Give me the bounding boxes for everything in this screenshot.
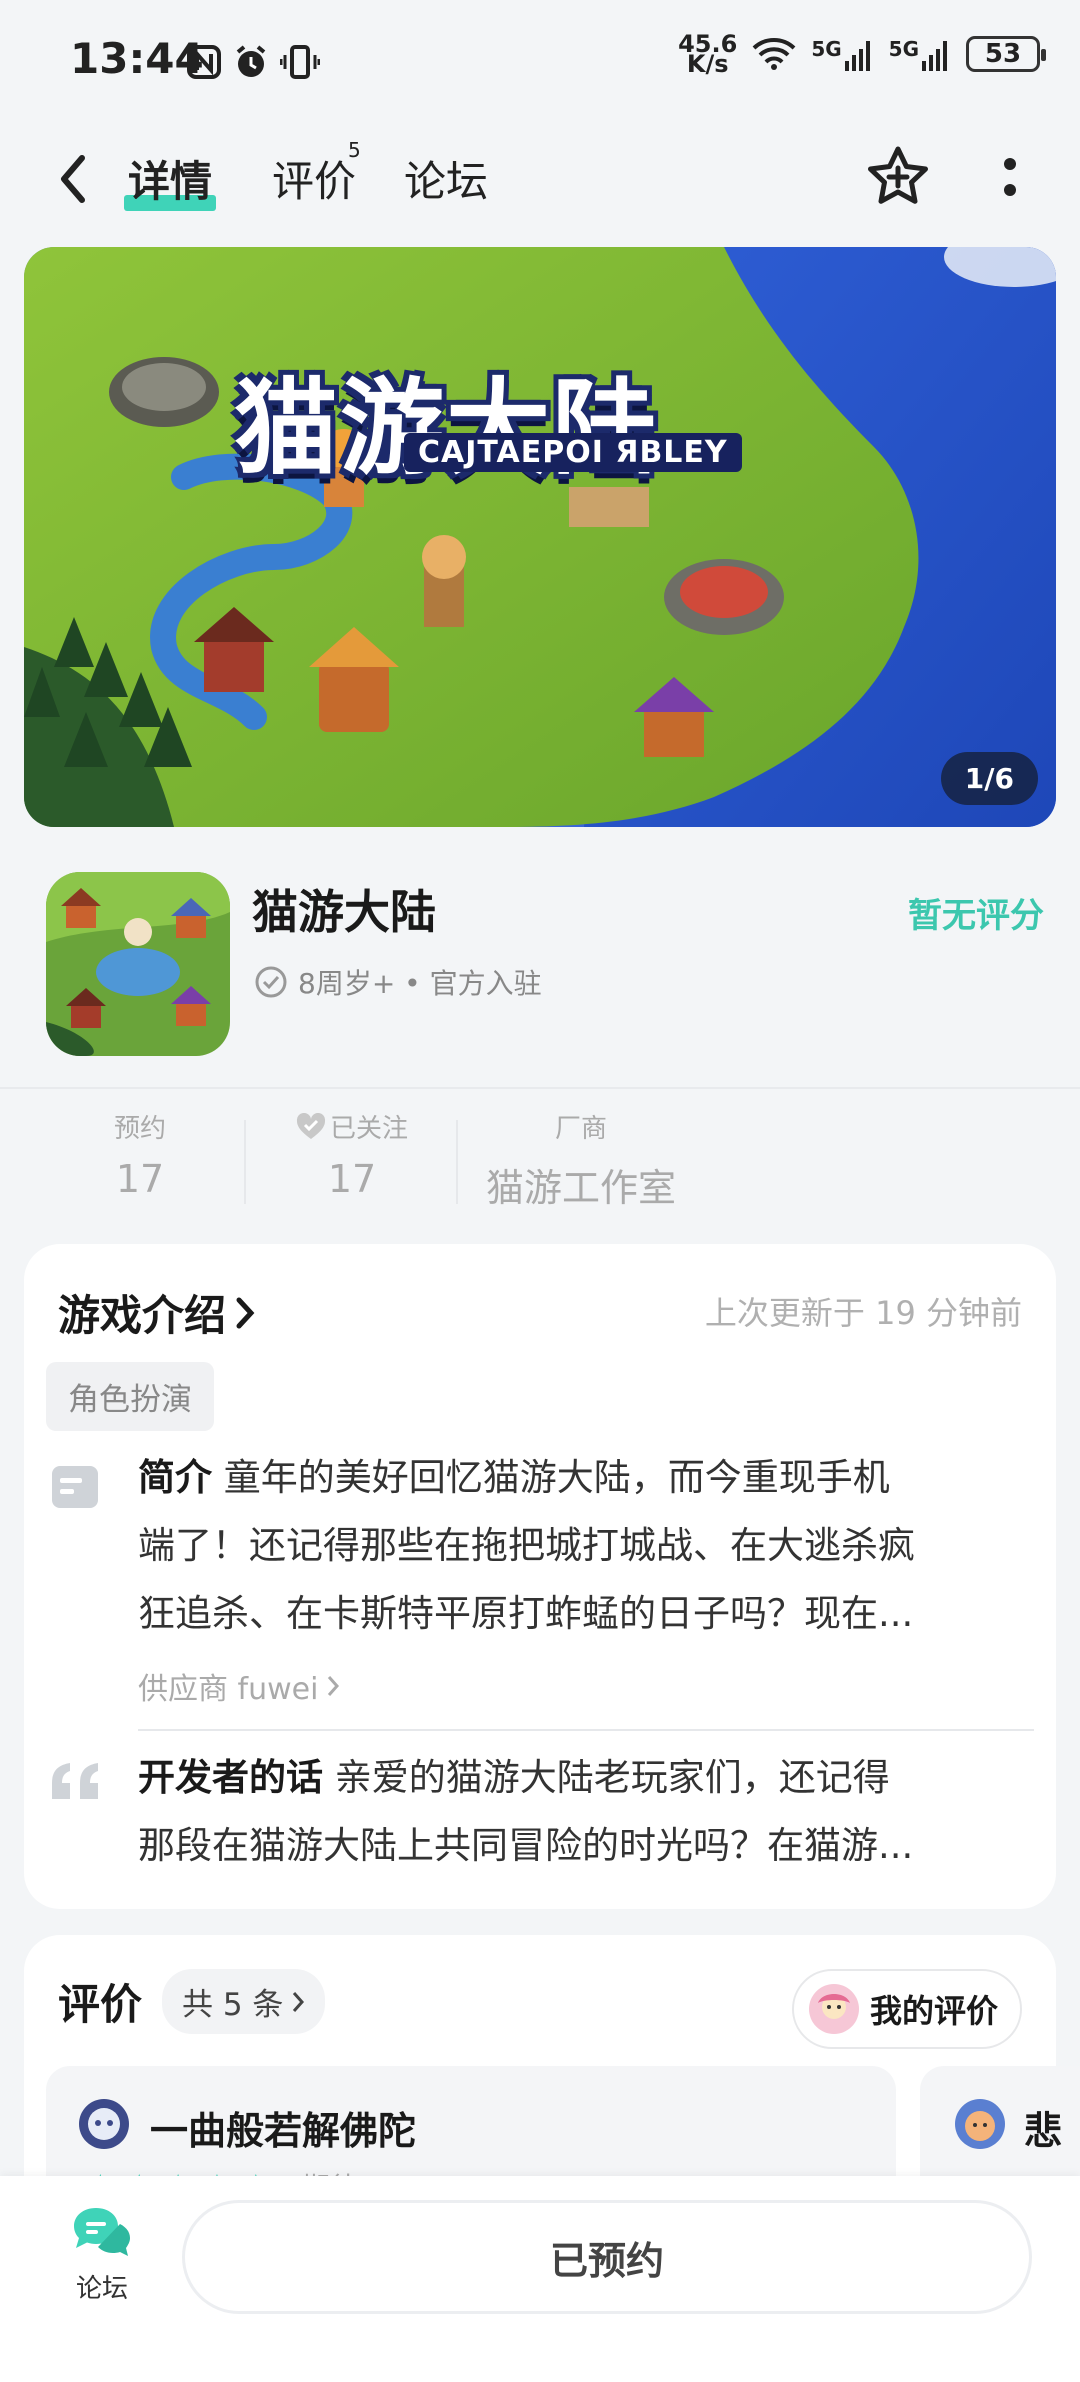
supplier-text: 供应商 fuwei [138,1672,319,1707]
tab-details-label: 详情 [128,157,213,206]
game-intro-card: 游戏介绍 上次更新于 19 分钟前 角色扮演 简介 童年的美好回忆猫游大陆，而今… [24,1244,1056,1909]
game-map-artwork [24,247,1056,827]
signal-2-label: 5G [888,37,919,61]
back-arrow-icon[interactable] [54,152,94,206]
stat-label: 已关注 [329,1114,408,1144]
developer-note-label: 开发者的话 [138,1756,323,1799]
alarm-icon [236,45,266,77]
reviewer-avatar [79,2099,129,2149]
nfc-icon [187,45,221,79]
developer-note-line: 开发者的话 亲爱的猫游大陆老玩家们，还记得 [138,1744,1038,1812]
chevron-right-icon [328,1676,340,1696]
signal-1: 5G [811,37,874,71]
developer-note-line-1: 亲爱的猫游大陆老玩家们，还记得 [334,1756,890,1799]
heart-check-icon [296,1112,325,1139]
carousel-pager: 1/6 [940,752,1038,805]
stat-divider [456,1120,458,1204]
stat-value: 猫游工作室 [485,1166,676,1210]
stat-label-row: 已关注 [276,1108,428,1145]
cell-signal-icon [844,41,870,71]
stat-divider [244,1120,246,1204]
summary-line-3: 狂追杀、在卡斯特平原打蚱蜢的日子吗？现在... [138,1592,914,1635]
app-icon [46,872,230,1056]
section-divider [138,1729,1034,1731]
summary-line-2: 端了！还记得那些在拖把城打城战、在大逃杀疯 [138,1524,915,1567]
status-time: 13:44 [70,34,204,83]
net-speed-unit: K/s [686,50,729,78]
app-name: 猫游大陆 [252,885,436,939]
reviews-count-text: 共 5 条 [182,1987,284,2023]
my-review-button[interactable]: 我的评价 [791,1969,1022,2049]
stats-row: 预约 17 已关注 17 厂商 猫游工作室 [0,1108,1080,1210]
reviewer-avatar [955,2099,1005,2149]
developer-note-line-2: 那段在猫游大陆上共同冒险的时光吗？在猫游... [138,1824,914,1867]
forum-label: 论坛 [75,2274,128,2304]
battery-level: 53 [984,39,1022,69]
stat-label: 厂商 [554,1114,607,1144]
age-and-official-text: 8周岁+ • 官方入驻 [298,967,542,1000]
tab-details[interactable]: 详情 [124,148,217,211]
tab-reviews-label: 评价 [272,157,357,206]
developer-note[interactable]: 开发者的话 亲爱的猫游大陆老玩家们，还记得 那段在猫游大陆上共同冒险的时光吗？在… [138,1744,1038,1880]
tab-forum-label: 论坛 [404,157,489,206]
wifi-icon [752,38,796,70]
status-left-icons [186,40,320,84]
tab-reviews[interactable]: 评价 [272,148,356,209]
top-nav: 详情 评价 5 论坛 [0,130,1080,230]
reviews-count-pill[interactable]: 共 5 条 [162,1969,326,2034]
signal-1-label: 5G [811,37,842,61]
summary-label: 简介 [138,1456,212,1499]
user-avatar-icon [808,1984,859,2034]
last-updated: 上次更新于 19 分钟前 [704,1294,1022,1332]
net-speed: 45.6 K/s [678,32,737,78]
cell-signal-icon [922,41,947,71]
verified-check-icon [255,966,287,998]
divider [0,1087,1080,1089]
forum-button[interactable]: 论坛 [62,2204,142,2305]
tab-forum[interactable]: 论坛 [404,148,488,209]
stat-label: 预约 [113,1114,166,1144]
screenshot-carousel[interactable]: 猫游大陆 CAJTAEPOI ЯBLEY 1/6 [24,247,1056,827]
reviews-count-badge: 5 [348,138,361,162]
favorite-star-icon[interactable] [866,144,930,208]
app-icon-artwork [46,872,230,1056]
signal-2: 5G [889,37,952,71]
stat-value: 17 [327,1157,377,1201]
battery-icon: 53 [966,36,1046,72]
reviewer-name: 悲 [1024,2109,1063,2153]
bottom-action-bar: 论坛 已预约 [0,2176,1080,2382]
rating-label[interactable]: 暂无评分 [908,888,1044,937]
chevron-right-icon [293,1991,305,2012]
more-options-icon[interactable] [1000,150,1020,210]
summary-line: 简介 童年的美好回忆猫游大陆，而今重现手机 [138,1444,1038,1512]
reviewer-name: 一曲般若解佛陀 [150,2109,417,2153]
stat-value: 17 [115,1157,165,1201]
forum-chat-icon [74,2208,130,2256]
stat-developer[interactable]: 厂商 猫游工作室 [478,1108,684,1212]
stat-reservations: 预约 17 [80,1108,200,1201]
stat-followers[interactable]: 已关注 17 [276,1108,428,1201]
chevron-right-icon [236,1297,255,1328]
app-meta: 8周岁+ • 官方入驻 [254,962,542,1002]
quote-icon [52,1763,98,1799]
intro-title: 游戏介绍 [58,1291,227,1340]
summary-text[interactable]: 简介 童年的美好回忆猫游大陆，而今重现手机 端了！还记得那些在拖把城打城战、在大… [138,1444,1038,1648]
genre-tag[interactable]: 角色扮演 [46,1362,214,1431]
status-right-icons: 45.6 K/s 5G 5G 53 [678,32,1046,78]
summary-doc-icon [52,1466,98,1508]
reviews-title: 评价 [58,1980,143,2029]
vibrate-icon [280,45,320,79]
intro-header[interactable]: 游戏介绍 [58,1282,256,1343]
reserved-button[interactable]: 已预约 [182,2200,1032,2314]
supplier-link[interactable]: 供应商 fuwei [138,1664,340,1708]
status-bar: 13:44 45.6 K/s 5G 5G 53 [0,0,1080,120]
banner-subtitle-art: CAJTAEPOI ЯBLEY [404,433,742,472]
summary-line-1: 童年的美好回忆猫游大陆，而今重现手机 [223,1456,890,1499]
my-review-label: 我的评价 [869,1992,998,2030]
